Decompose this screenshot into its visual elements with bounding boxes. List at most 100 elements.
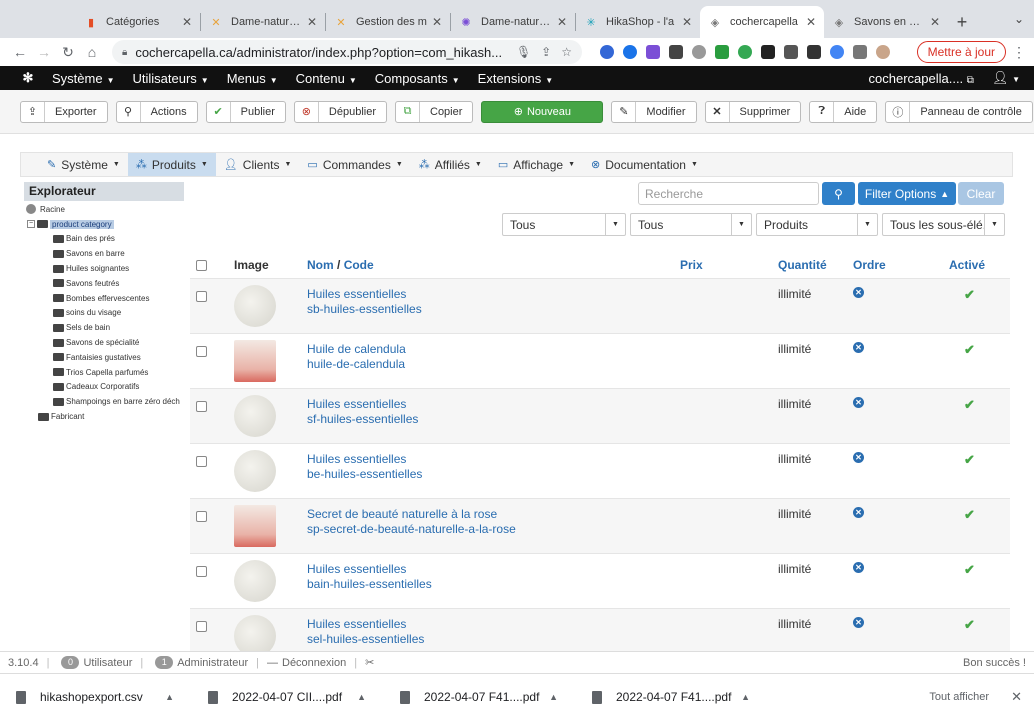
sort-link-quantity[interactable]: Quantité [778,258,827,272]
order-unset-icon[interactable]: ✕ [853,287,864,298]
tree-root[interactable]: Racine [24,202,184,217]
filter-select-subelements[interactable]: Tous les sous-élé... ▼ [882,213,1005,236]
browser-tab[interactable]: ◈ Savons en barr ✕ [824,6,948,38]
avatar[interactable] [876,45,890,59]
product-link[interactable]: Huiles essentielles be-huiles-essentielle… [307,452,422,482]
sort-link-active[interactable]: Activé [949,258,985,272]
tree-item[interactable]: Savons de spécialité [24,335,184,350]
close-icon[interactable]: ✕ [930,15,940,29]
tree-item-product-category[interactable]: − product category [24,217,184,232]
close-icon[interactable]: ✕ [682,15,692,29]
sort-link-code[interactable]: Code [344,258,374,272]
product-thumbnail[interactable] [234,340,276,382]
edit-button[interactable]: ✎ Modifier [611,100,697,123]
actions-button[interactable]: ⚲ Actions [115,100,198,123]
site-link[interactable]: cochercapella.... ⧉ [869,71,974,86]
product-link[interactable]: Secret de beauté naturelle à la rose sp-s… [307,507,516,537]
sort-link-name[interactable]: Nom [307,258,334,272]
menu-contenu[interactable]: Contenu ▼ [296,71,357,86]
extension-icon[interactable] [761,45,775,59]
published-check-icon[interactable]: ✔ [964,562,975,578]
hika-menu-clients[interactable]: 👤︎ Clients ▼ [216,153,300,176]
reload-icon[interactable]: ↻ [56,44,80,61]
back-icon[interactable]: ← [8,44,32,60]
hika-menu-system[interactable]: ✎ Système ▼ [39,153,128,176]
filter-select-1[interactable]: Tous ▼ [502,213,626,236]
tree-item[interactable]: Trios Capella parfumés [24,365,184,380]
product-thumbnail[interactable] [234,450,276,492]
search-button[interactable]: ⚲ [822,182,855,205]
hika-menu-documentation[interactable]: ⊗ Documentation ▼ [583,153,706,176]
control-panel-button[interactable]: ⓘ Panneau de contrôle [885,100,1033,123]
product-thumbnail[interactable] [234,285,276,327]
filter-select-type[interactable]: Produits ▼ [756,213,878,236]
tree-item[interactable]: Savons feutrés [24,276,184,291]
menu-systeme[interactable]: Système ▼ [52,71,115,86]
filter-options-button[interactable]: Filter Options ▲ [858,182,956,205]
forward-icon[interactable]: → [32,44,56,60]
download-item[interactable]: 2022-04-07 CII....pdf ▲ [192,690,384,704]
download-item[interactable]: hikashopexport.csv ▲ [0,690,192,704]
collapse-icon[interactable]: − [27,220,35,229]
published-check-icon[interactable]: ✔ [964,617,975,633]
order-unset-icon[interactable]: ✕ [853,452,864,463]
extension-icon[interactable] [623,45,637,59]
order-unset-icon[interactable]: ✕ [853,562,864,573]
tree-item[interactable]: soins du visage [24,306,184,321]
clear-button[interactable]: Clear [958,182,1004,205]
tree-item[interactable]: Huiles soignantes [24,261,184,276]
row-checkbox[interactable] [196,291,207,302]
published-check-icon[interactable]: ✔ [964,342,975,358]
menu-extensions[interactable]: Extensions ▼ [478,71,554,86]
tools-icon[interactable]: ✂ [365,656,374,669]
extension-icon[interactable] [738,45,752,59]
order-unset-icon[interactable]: ✕ [853,617,864,628]
menu-menus[interactable]: Menus ▼ [227,71,278,86]
copy-button[interactable]: ⧉ Copier [395,100,474,123]
tree-item[interactable]: Fantaisies gustatives [24,350,184,365]
address-bar[interactable]: 🔒︎ cochercapella.ca/administrator/index.… [112,40,582,64]
order-unset-icon[interactable]: ✕ [853,507,864,518]
product-link[interactable]: Huiles essentielles sb-huiles-essentielle… [307,287,422,317]
puzzle-icon[interactable] [853,45,867,59]
share-icon[interactable]: ⇪ [541,45,551,59]
unpublish-button[interactable]: ⊗ Dépublier [293,100,387,123]
product-thumbnail[interactable] [234,560,276,602]
row-checkbox[interactable] [196,566,207,577]
extension-icon[interactable] [600,45,614,59]
close-icon[interactable]: ✕ [557,15,567,29]
download-item[interactable]: 2022-04-07 F41....pdf ▲ [384,690,576,704]
tab-search-icon[interactable]: ⌄ [1014,12,1024,26]
row-checkbox[interactable] [196,401,207,412]
tree-item[interactable]: Cadeaux Corporatifs [24,380,184,395]
help-button[interactable]: ❓︎ Aide [809,100,878,123]
new-tab-button[interactable]: + [948,6,976,38]
hika-menu-orders[interactable]: ▭ Commandes ▼ [299,153,410,176]
close-icon[interactable]: ✕ [432,15,442,29]
product-thumbnail[interactable] [234,395,276,437]
more-icon[interactable]: ⋮ [1012,44,1026,61]
publish-button[interactable]: ✔ Publier [205,100,286,123]
menu-utilisateurs[interactable]: Utilisateurs ▼ [133,71,209,86]
published-check-icon[interactable]: ✔ [964,452,975,468]
extension-icon[interactable] [669,45,683,59]
extension-icon[interactable] [784,45,798,59]
joomla-logo-icon[interactable]: ✻ [14,70,42,86]
row-checkbox[interactable] [196,346,207,357]
order-unset-icon[interactable]: ✕ [853,397,864,408]
user-menu[interactable]: 👤︎ ▼ [992,70,1020,86]
row-checkbox[interactable] [196,511,207,522]
browser-tab-active[interactable]: ◈ cochercapella ✕ [700,6,824,38]
browser-tab[interactable]: ▮ Catégories ✕ [76,6,200,38]
chevron-up-icon[interactable]: ▲ [549,692,558,702]
order-unset-icon[interactable]: ✕ [853,342,864,353]
product-link[interactable]: Huiles essentielles sf-huiles-essentielle… [307,397,418,427]
product-thumbnail[interactable] [234,505,276,547]
tree-item-manufacturer[interactable]: Fabricant [24,409,184,424]
update-button[interactable]: Mettre à jour [916,41,1006,63]
product-link[interactable]: Huiles essentielles bain-huiles-essentiel… [307,562,432,592]
show-all-downloads-button[interactable]: Tout afficher [929,691,989,703]
tree-item[interactable]: Bombes effervescentes [24,291,184,306]
browser-tab[interactable]: ✕ Dame-nature.c ✕ [201,6,325,38]
extension-icon[interactable] [646,45,660,59]
